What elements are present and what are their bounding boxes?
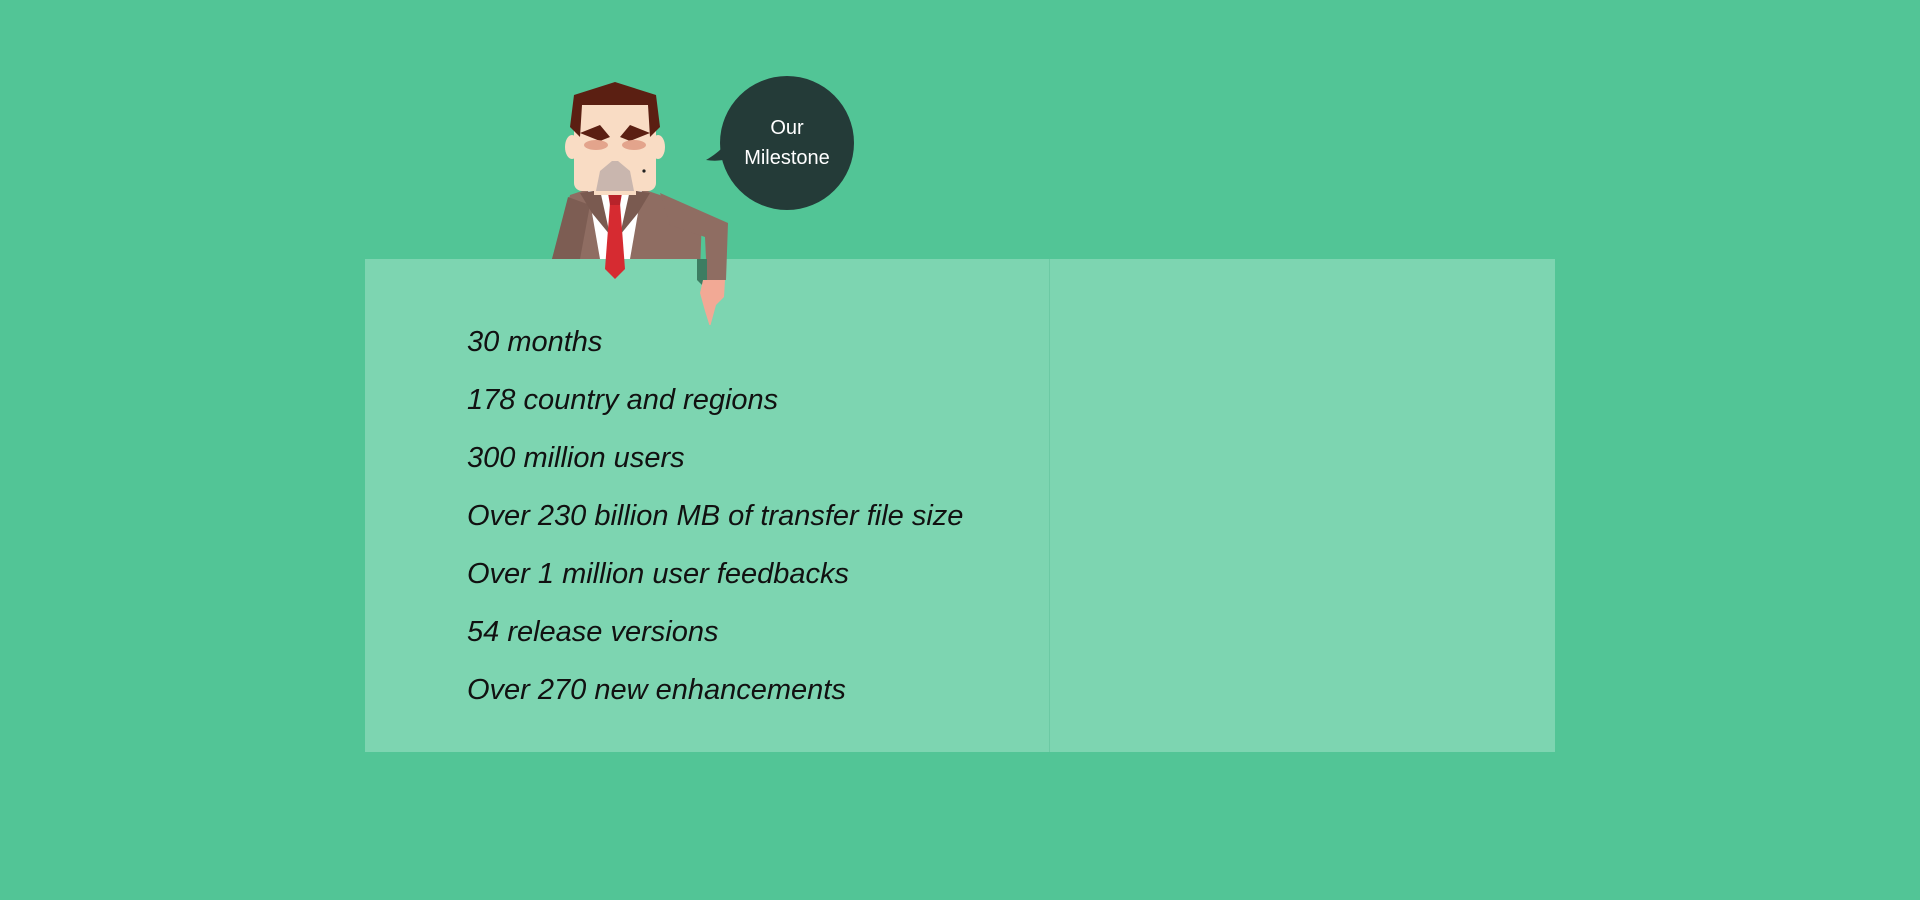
milestone-board: 30 months 178 country and regions 300 mi… <box>365 259 1555 752</box>
bubble-line-1: Our <box>770 117 804 139</box>
bubble-line-2: Milestone <box>744 147 830 169</box>
milestone-item: Over 1 million user feedbacks <box>467 558 849 590</box>
milestone-item: 178 country and regions <box>467 384 779 416</box>
milestone-list: 30 months 178 country and regions 300 mi… <box>467 313 963 719</box>
milestone-item: Over 230 billion MB of transfer file siz… <box>467 500 964 532</box>
slide: 30 months 178 country and regions 300 mi… <box>0 0 1920 900</box>
milestone-item: 54 release versions <box>467 616 719 648</box>
milestone-item: 300 million users <box>467 442 685 474</box>
board-left-panel: 30 months 178 country and regions 300 mi… <box>365 259 1050 752</box>
board-right-panel <box>1050 259 1555 752</box>
businessman-mascot-icon <box>552 82 728 325</box>
speech-bubble: Our Milestone <box>720 76 854 210</box>
milestone-item: Over 270 new enhancements <box>467 674 846 706</box>
